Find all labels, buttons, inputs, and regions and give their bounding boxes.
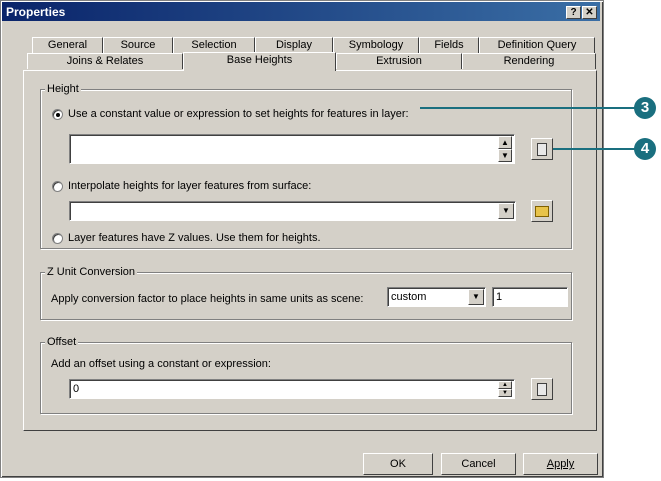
- title-bar[interactable]: Properties ? ✕: [2, 2, 600, 21]
- callout-3: 3: [634, 97, 656, 119]
- callout-4: 4: [634, 138, 656, 160]
- radio-surface[interactable]: [52, 181, 63, 192]
- tab-general[interactable]: General: [32, 37, 103, 53]
- tab-display[interactable]: Display: [255, 37, 333, 53]
- close-button[interactable]: ✕: [582, 6, 597, 19]
- tab-fields[interactable]: Fields: [419, 37, 479, 53]
- offset-label: Add an offset using a constant or expres…: [51, 358, 271, 370]
- z-unit-legend: Z Unit Conversion: [45, 266, 138, 278]
- offset-calculator-button[interactable]: [531, 378, 553, 400]
- offset-scroll-down[interactable]: ▼: [498, 389, 512, 397]
- height-legend: Height: [45, 83, 81, 95]
- tab-joins-relates[interactable]: Joins & Relates: [27, 53, 183, 69]
- tab-rendering[interactable]: Rendering: [462, 53, 596, 69]
- offset-field[interactable]: 0: [69, 379, 515, 399]
- open-folder-icon: [535, 206, 549, 217]
- calculator-icon: [537, 383, 547, 396]
- apply-button[interactable]: Apply: [523, 453, 598, 475]
- properties-dialog: Properties ? ✕ General Source Selection …: [0, 0, 604, 478]
- tab-base-heights[interactable]: Base Heights: [183, 52, 336, 71]
- conversion-factor-field[interactable]: 1: [492, 287, 568, 307]
- ok-button[interactable]: OK: [363, 453, 433, 475]
- expression-scroll-up[interactable]: ▲: [498, 136, 512, 149]
- window-title: Properties: [6, 5, 66, 19]
- tab-symbology[interactable]: Symbology: [333, 37, 419, 53]
- option-z-label: Layer features have Z values. Use them f…: [68, 232, 321, 244]
- constant-expression-field[interactable]: [69, 134, 515, 164]
- expression-calculator-button[interactable]: [531, 138, 553, 160]
- surface-select[interactable]: [69, 201, 516, 221]
- calculator-icon: [537, 143, 547, 156]
- tab-selection[interactable]: Selection: [173, 37, 255, 53]
- offset-scroll-up[interactable]: ▲: [498, 381, 512, 389]
- callout-line-3: [420, 107, 635, 109]
- radio-constant[interactable]: [52, 109, 63, 120]
- callout-line-4: [553, 148, 635, 150]
- tab-source[interactable]: Source: [103, 37, 173, 53]
- tab-extrusion[interactable]: Extrusion: [336, 53, 462, 69]
- surface-dropdown-button[interactable]: ▼: [498, 203, 514, 219]
- option-surface-label: Interpolate heights for layer features f…: [68, 180, 312, 192]
- browse-surface-button[interactable]: [531, 200, 553, 222]
- offset-legend: Offset: [45, 336, 79, 348]
- offset-group: [40, 342, 572, 414]
- radio-z-values[interactable]: [52, 233, 63, 244]
- tab-definition-query[interactable]: Definition Query: [479, 37, 595, 53]
- option-constant-label: Use a constant value or expression to se…: [68, 108, 409, 120]
- help-button[interactable]: ?: [566, 6, 581, 19]
- cancel-button[interactable]: Cancel: [441, 453, 516, 475]
- unit-dropdown-button[interactable]: ▼: [468, 289, 484, 305]
- z-unit-label: Apply conversion factor to place heights…: [51, 293, 364, 305]
- expression-scroll-down[interactable]: ▼: [498, 149, 512, 162]
